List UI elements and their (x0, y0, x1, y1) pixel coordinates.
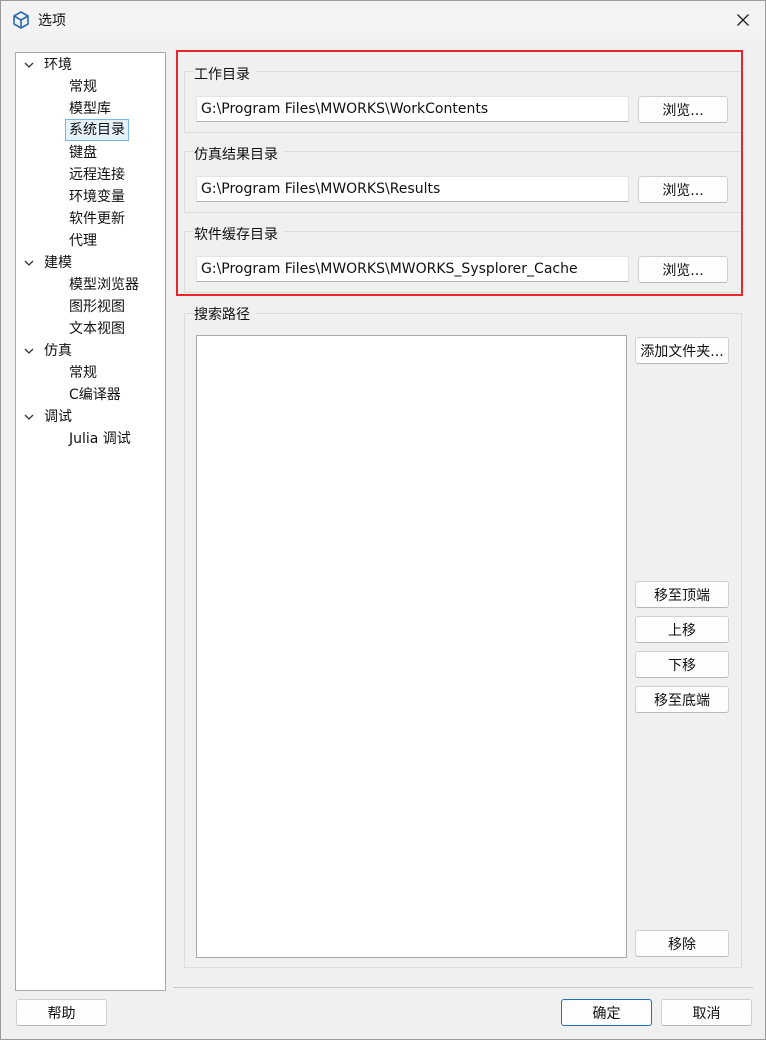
chevron-down-icon[interactable] (22, 406, 36, 428)
close-icon (737, 14, 749, 26)
cube-app-icon (13, 11, 29, 29)
tree-group-debug[interactable]: 调试 (22, 406, 162, 428)
add-folder-button[interactable]: 添加文件夹... (635, 337, 729, 364)
cancel-button[interactable]: 取消 (661, 999, 752, 1026)
move-to-top-button[interactable]: 移至顶端 (635, 581, 729, 608)
tree-group-environment[interactable]: 环境 (22, 54, 162, 76)
tree-group-label: 环境 (44, 57, 72, 73)
remove-button[interactable]: 移除 (635, 930, 729, 957)
window-title: 选项 (38, 13, 66, 29)
chevron-down-icon[interactable] (22, 54, 36, 76)
tree-group-label: 仿真 (44, 343, 72, 359)
chevron-down-icon[interactable] (22, 252, 36, 274)
close-button[interactable] (721, 1, 765, 39)
chevron-down-icon[interactable] (22, 340, 36, 362)
search-path-title: 搜索路径 (194, 304, 256, 324)
title-bar: 选项 (1, 1, 765, 39)
tree-group-label: 调试 (44, 409, 72, 425)
search-path-list[interactable] (196, 335, 627, 958)
highlight-annotation (176, 50, 743, 296)
help-button[interactable]: 帮助 (16, 999, 107, 1026)
tree-group-modeling[interactable]: 建模 (22, 252, 162, 274)
move-to-bottom-button[interactable]: 移至底端 (635, 686, 729, 713)
footer-separator (173, 987, 753, 988)
ok-button[interactable]: 确定 (561, 999, 652, 1026)
tree-group-label: 建模 (44, 255, 72, 271)
options-tree[interactable]: 环境 常规 模型库 系统目录 键盘 远程连接 环境变量 软件更新 代理 建模 模… (15, 52, 166, 991)
tree-group-simulation[interactable]: 仿真 (22, 340, 162, 362)
move-down-button[interactable]: 下移 (635, 651, 729, 678)
options-dialog: 选项 环境 常规 模型库 系统目录 键盘 远程连接 环境变量 软件更新 代理 建… (0, 0, 766, 1040)
move-up-button[interactable]: 上移 (635, 616, 729, 643)
